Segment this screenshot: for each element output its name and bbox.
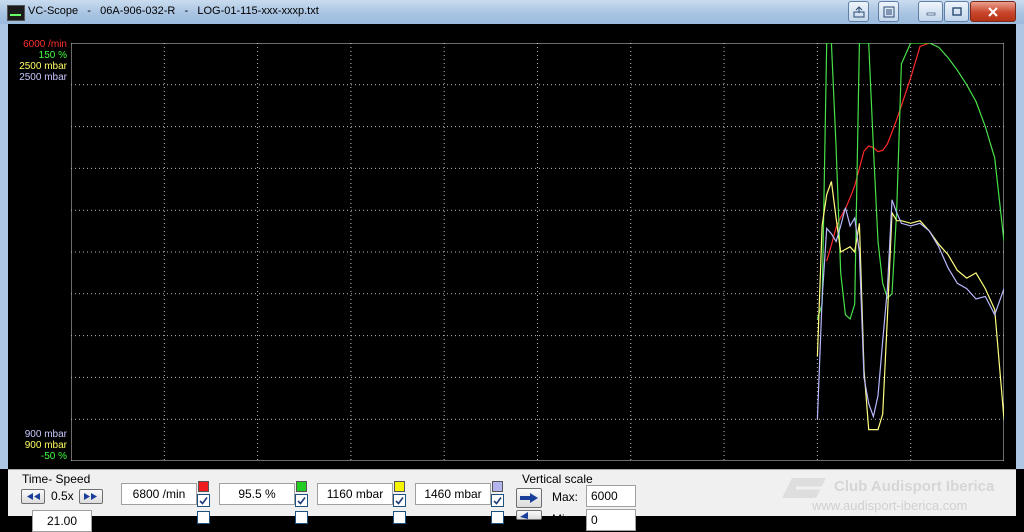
scale-max-label: Max: bbox=[552, 490, 579, 504]
minimize-icon bbox=[926, 12, 935, 15]
list-button[interactable] bbox=[878, 1, 899, 22]
scale-min-label: Min: bbox=[552, 512, 575, 526]
scope-chart[interactable] bbox=[71, 43, 1004, 461]
checkmark-icon bbox=[395, 497, 404, 505]
arrow-left-icon bbox=[520, 512, 528, 519]
watermark-title: Club Audisport Iberica bbox=[834, 478, 995, 495]
scale-min-input[interactable]: 0 bbox=[586, 509, 636, 531]
apply-scale-button[interactable] bbox=[516, 488, 542, 508]
maximize-button[interactable] bbox=[944, 1, 969, 22]
channel-mbar-blue-value: 1460 mbar bbox=[415, 483, 491, 505]
time-speed-label: Time- Speed bbox=[22, 472, 91, 486]
speed-up-button[interactable] bbox=[79, 489, 103, 504]
export-icon bbox=[853, 5, 864, 17]
fast-forward-icon bbox=[84, 493, 97, 500]
maximize-icon bbox=[951, 6, 962, 16]
speed-down-button[interactable] bbox=[21, 489, 45, 504]
vertical-scale-label: Vertical scale bbox=[522, 472, 593, 486]
channel-mbar-yellow-checkbox[interactable] bbox=[393, 494, 406, 507]
channel-rpm-checkbox[interactable] bbox=[197, 494, 210, 507]
window-frame-left bbox=[0, 24, 8, 469]
export-button[interactable] bbox=[848, 1, 869, 22]
channel-percent-value: 95.5 % bbox=[219, 483, 295, 505]
minimize-button[interactable] bbox=[918, 1, 943, 22]
checkmark-icon bbox=[493, 497, 502, 505]
scope-app-icon bbox=[7, 5, 25, 21]
channel-rpm-checkbox-2[interactable] bbox=[197, 511, 210, 524]
checkmark-icon bbox=[199, 497, 208, 505]
channel-percent-checkbox-2[interactable] bbox=[295, 511, 308, 524]
window-title: VC-Scope - 06A-906-032-R - LOG-01-115-xx… bbox=[28, 5, 319, 17]
close-button[interactable] bbox=[970, 1, 1016, 22]
watermark: Club Audisport Iberica www.audisport-ibe… bbox=[778, 470, 1016, 516]
channel-percent-checkbox[interactable] bbox=[295, 494, 308, 507]
watermark-url: www.audisport-iberica.com bbox=[812, 498, 968, 513]
title-bar: VC-Scope - 06A-906-032-R - LOG-01-115-xx… bbox=[0, 0, 1024, 25]
list-icon bbox=[883, 6, 894, 17]
close-icon bbox=[988, 6, 998, 17]
checkmark-icon bbox=[297, 497, 306, 505]
channel-rpm-value: 6800 /min bbox=[121, 483, 197, 505]
window-frame-right bbox=[1016, 24, 1024, 469]
scale-bottom-percent: -50 % bbox=[40, 451, 67, 462]
scale-bottom-mbar-yellow: 900 mbar bbox=[24, 440, 67, 451]
scale-top-percent: 150 % bbox=[38, 50, 67, 61]
time-speed-value: 0.5x bbox=[51, 489, 74, 503]
club-logo-icon bbox=[782, 478, 826, 498]
scale-top-mbar-yellow: 2500 mbar bbox=[19, 61, 67, 72]
channel-mbar-yellow-value: 1160 mbar bbox=[317, 483, 393, 505]
scale-back-button[interactable] bbox=[516, 510, 542, 520]
arrow-right-icon bbox=[520, 493, 538, 503]
scale-top-mbar-blue: 2500 mbar bbox=[19, 72, 67, 83]
time-position-field[interactable]: 21.00 bbox=[32, 510, 92, 532]
scale-labels: 6000 /min 150 % 2500 mbar 2500 mbar 900 … bbox=[8, 38, 70, 468]
control-panel: Time- Speed 0.5x 21.00 6800 /min 95.5 % … bbox=[8, 469, 1016, 532]
scale-top-rpm: 6000 /min bbox=[23, 39, 67, 50]
channel-mbar-yellow-checkbox-2[interactable] bbox=[393, 511, 406, 524]
scale-max-input[interactable]: 6000 bbox=[586, 485, 636, 507]
rewind-icon bbox=[27, 493, 40, 500]
scale-bottom-mbar-blue: 900 mbar bbox=[24, 429, 67, 440]
channel-mbar-blue-color bbox=[492, 481, 503, 492]
channel-mbar-blue-checkbox[interactable] bbox=[491, 494, 504, 507]
channel-rpm-color bbox=[198, 481, 209, 492]
channel-mbar-blue-checkbox-2[interactable] bbox=[491, 511, 504, 524]
channel-percent-color bbox=[296, 481, 307, 492]
channel-mbar-yellow-color bbox=[394, 481, 405, 492]
